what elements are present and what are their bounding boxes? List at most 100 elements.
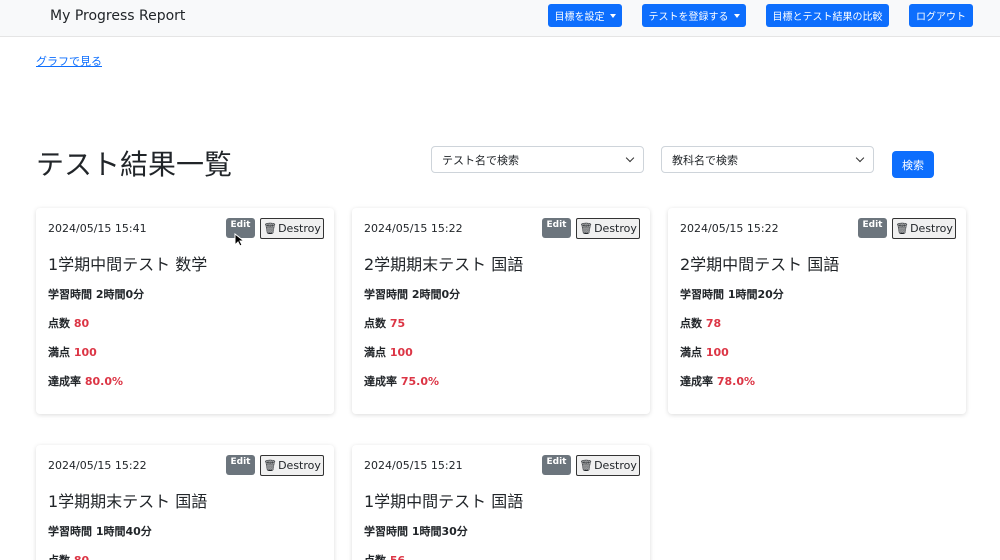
destroy-button[interactable]: 🗑 Destroy (576, 455, 640, 476)
brand-link[interactable]: My Progress Report (50, 8, 185, 24)
study-time-row: 学習時間 2時間0分 (364, 286, 460, 302)
trash-icon: 🗑 (579, 459, 594, 472)
caret-down-icon (733, 13, 740, 18)
trash-icon: 🗑 (263, 222, 278, 235)
search-button[interactable]: 検索 (892, 151, 934, 178)
trash-icon: 🗑 (895, 222, 910, 235)
destroy-label: Destroy (910, 222, 953, 235)
score-label: 点数 (364, 554, 386, 560)
score-value: 80 (74, 554, 89, 560)
destroy-button[interactable]: 🗑 Destroy (576, 218, 640, 239)
study-time-label: 学習時間 (48, 288, 92, 301)
study-time-row: 学習時間 2時間0分 (48, 286, 144, 302)
score-label: 点数 (680, 317, 702, 330)
subject-select-value: 教科名で検索 (672, 153, 738, 167)
destroy-label: Destroy (278, 222, 321, 235)
achievement-label: 達成率 (364, 375, 397, 388)
edit-button[interactable]: Edit (542, 455, 571, 475)
graph-view-link[interactable]: グラフで見る (36, 53, 102, 69)
edit-button[interactable]: Edit (226, 455, 255, 475)
study-time-row: 学習時間 1時間30分 (364, 523, 468, 539)
score-label: 点数 (48, 317, 70, 330)
max-score-label: 満点 (680, 346, 702, 359)
score-label: 点数 (48, 554, 70, 560)
study-time-value: 2時間0分 (95, 288, 145, 301)
card-date: 2024/05/15 15:22 (680, 222, 779, 235)
study-time-label: 学習時間 (364, 525, 408, 538)
max-score-value: 100 (705, 346, 729, 359)
test-name-select[interactable]: テスト名で検索 (431, 146, 644, 173)
card-date: 2024/05/15 15:22 (48, 459, 147, 472)
score-value: 75 (389, 317, 406, 330)
achievement-row: 達成率 78.0% (680, 373, 755, 389)
destroy-label: Destroy (594, 222, 637, 235)
max-score-value: 100 (389, 346, 413, 359)
achievement-value: 80.0% (84, 375, 124, 388)
card-title: 2学期中間テスト 国語 (680, 255, 840, 274)
score-row: 点数 80 (48, 315, 89, 331)
study-time-row: 学習時間 1時間40分 (48, 523, 152, 539)
score-label: 点数 (364, 317, 386, 330)
study-time-value: 2時間0分 (411, 288, 461, 301)
card-date: 2024/05/15 15:41 (48, 222, 147, 235)
mouse-cursor-icon (234, 233, 246, 247)
caret-down-icon (609, 13, 616, 18)
goal-dropdown-button[interactable]: 目標を設定 (548, 4, 622, 27)
achievement-row: 達成率 75.0% (364, 373, 439, 389)
chevron-down-icon (625, 153, 635, 163)
card-title: 1学期中間テスト 数学 (48, 255, 208, 274)
score-row: 点数 80 (48, 552, 89, 560)
achievement-row: 達成率 80.0% (48, 373, 123, 389)
study-time-label: 学習時間 (680, 288, 724, 301)
score-row: 点数 56 (364, 552, 405, 560)
card-title: 2学期期末テスト 国語 (364, 255, 524, 274)
max-score-label: 満点 (364, 346, 386, 359)
trash-icon: 🗑 (263, 459, 278, 472)
test-result-card: 2024/05/15 15:22 Edit 🗑 Destroy 1学期期末テスト … (36, 445, 334, 560)
card-date: 2024/05/15 15:22 (364, 222, 463, 235)
score-value: 78 (705, 317, 722, 330)
page-title: テスト結果一覧 (36, 148, 233, 181)
test-result-card: 2024/05/15 15:22 Edit 🗑 Destroy 2学期中間テスト … (668, 208, 966, 414)
max-score-row: 満点 100 (680, 344, 729, 360)
study-time-value: 1時間40分 (95, 525, 152, 538)
card-date: 2024/05/15 15:21 (364, 459, 463, 472)
destroy-button[interactable]: 🗑 Destroy (260, 455, 324, 476)
test-result-card: 2024/05/15 15:41 Edit 🗑 Destroy 1学期中間テスト … (36, 208, 334, 414)
logout-button[interactable]: ログアウト (909, 4, 973, 27)
test-result-card: 2024/05/15 15:22 Edit 🗑 Destroy 2学期期末テスト … (352, 208, 650, 414)
test-dropdown-label: テストを登録する (648, 12, 729, 23)
max-score-row: 満点 100 (48, 344, 97, 360)
test-result-card: 2024/05/15 15:21 Edit 🗑 Destroy 1学期中間テスト … (352, 445, 650, 560)
destroy-label: Destroy (278, 459, 321, 472)
trash-icon: 🗑 (579, 222, 594, 235)
study-time-value: 1時間30分 (411, 525, 468, 538)
destroy-button[interactable]: 🗑 Destroy (892, 218, 956, 239)
achievement-label: 達成率 (48, 375, 81, 388)
study-time-value: 1時間20分 (727, 288, 784, 301)
max-score-value: 100 (73, 346, 97, 359)
study-time-row: 学習時間 1時間20分 (680, 286, 784, 302)
chevron-down-icon (855, 153, 865, 163)
destroy-button[interactable]: 🗑 Destroy (260, 218, 324, 239)
card-title: 1学期期末テスト 国語 (48, 492, 208, 511)
achievement-value: 75.0% (400, 375, 440, 388)
card-title: 1学期中間テスト 国語 (364, 492, 524, 511)
score-value: 56 (390, 554, 405, 560)
score-value: 80 (73, 317, 90, 330)
achievement-label: 達成率 (680, 375, 713, 388)
study-time-label: 学習時間 (48, 525, 92, 538)
edit-button[interactable]: Edit (858, 218, 887, 238)
study-time-label: 学習時間 (364, 288, 408, 301)
achievement-value: 78.0% (716, 375, 756, 388)
max-score-label: 満点 (48, 346, 70, 359)
test-name-select-value: テスト名で検索 (442, 153, 519, 167)
navbar: My Progress Report 目標を設定 テストを登録する 目標とテスト… (0, 0, 1000, 37)
score-row: 点数 75 (364, 315, 405, 331)
test-dropdown-button[interactable]: テストを登録する (642, 4, 746, 27)
goal-dropdown-label: 目標を設定 (554, 12, 605, 23)
score-row: 点数 78 (680, 315, 721, 331)
edit-button[interactable]: Edit (542, 218, 571, 238)
subject-select[interactable]: 教科名で検索 (661, 146, 874, 173)
compare-button[interactable]: 目標とテスト結果の比較 (766, 4, 889, 27)
